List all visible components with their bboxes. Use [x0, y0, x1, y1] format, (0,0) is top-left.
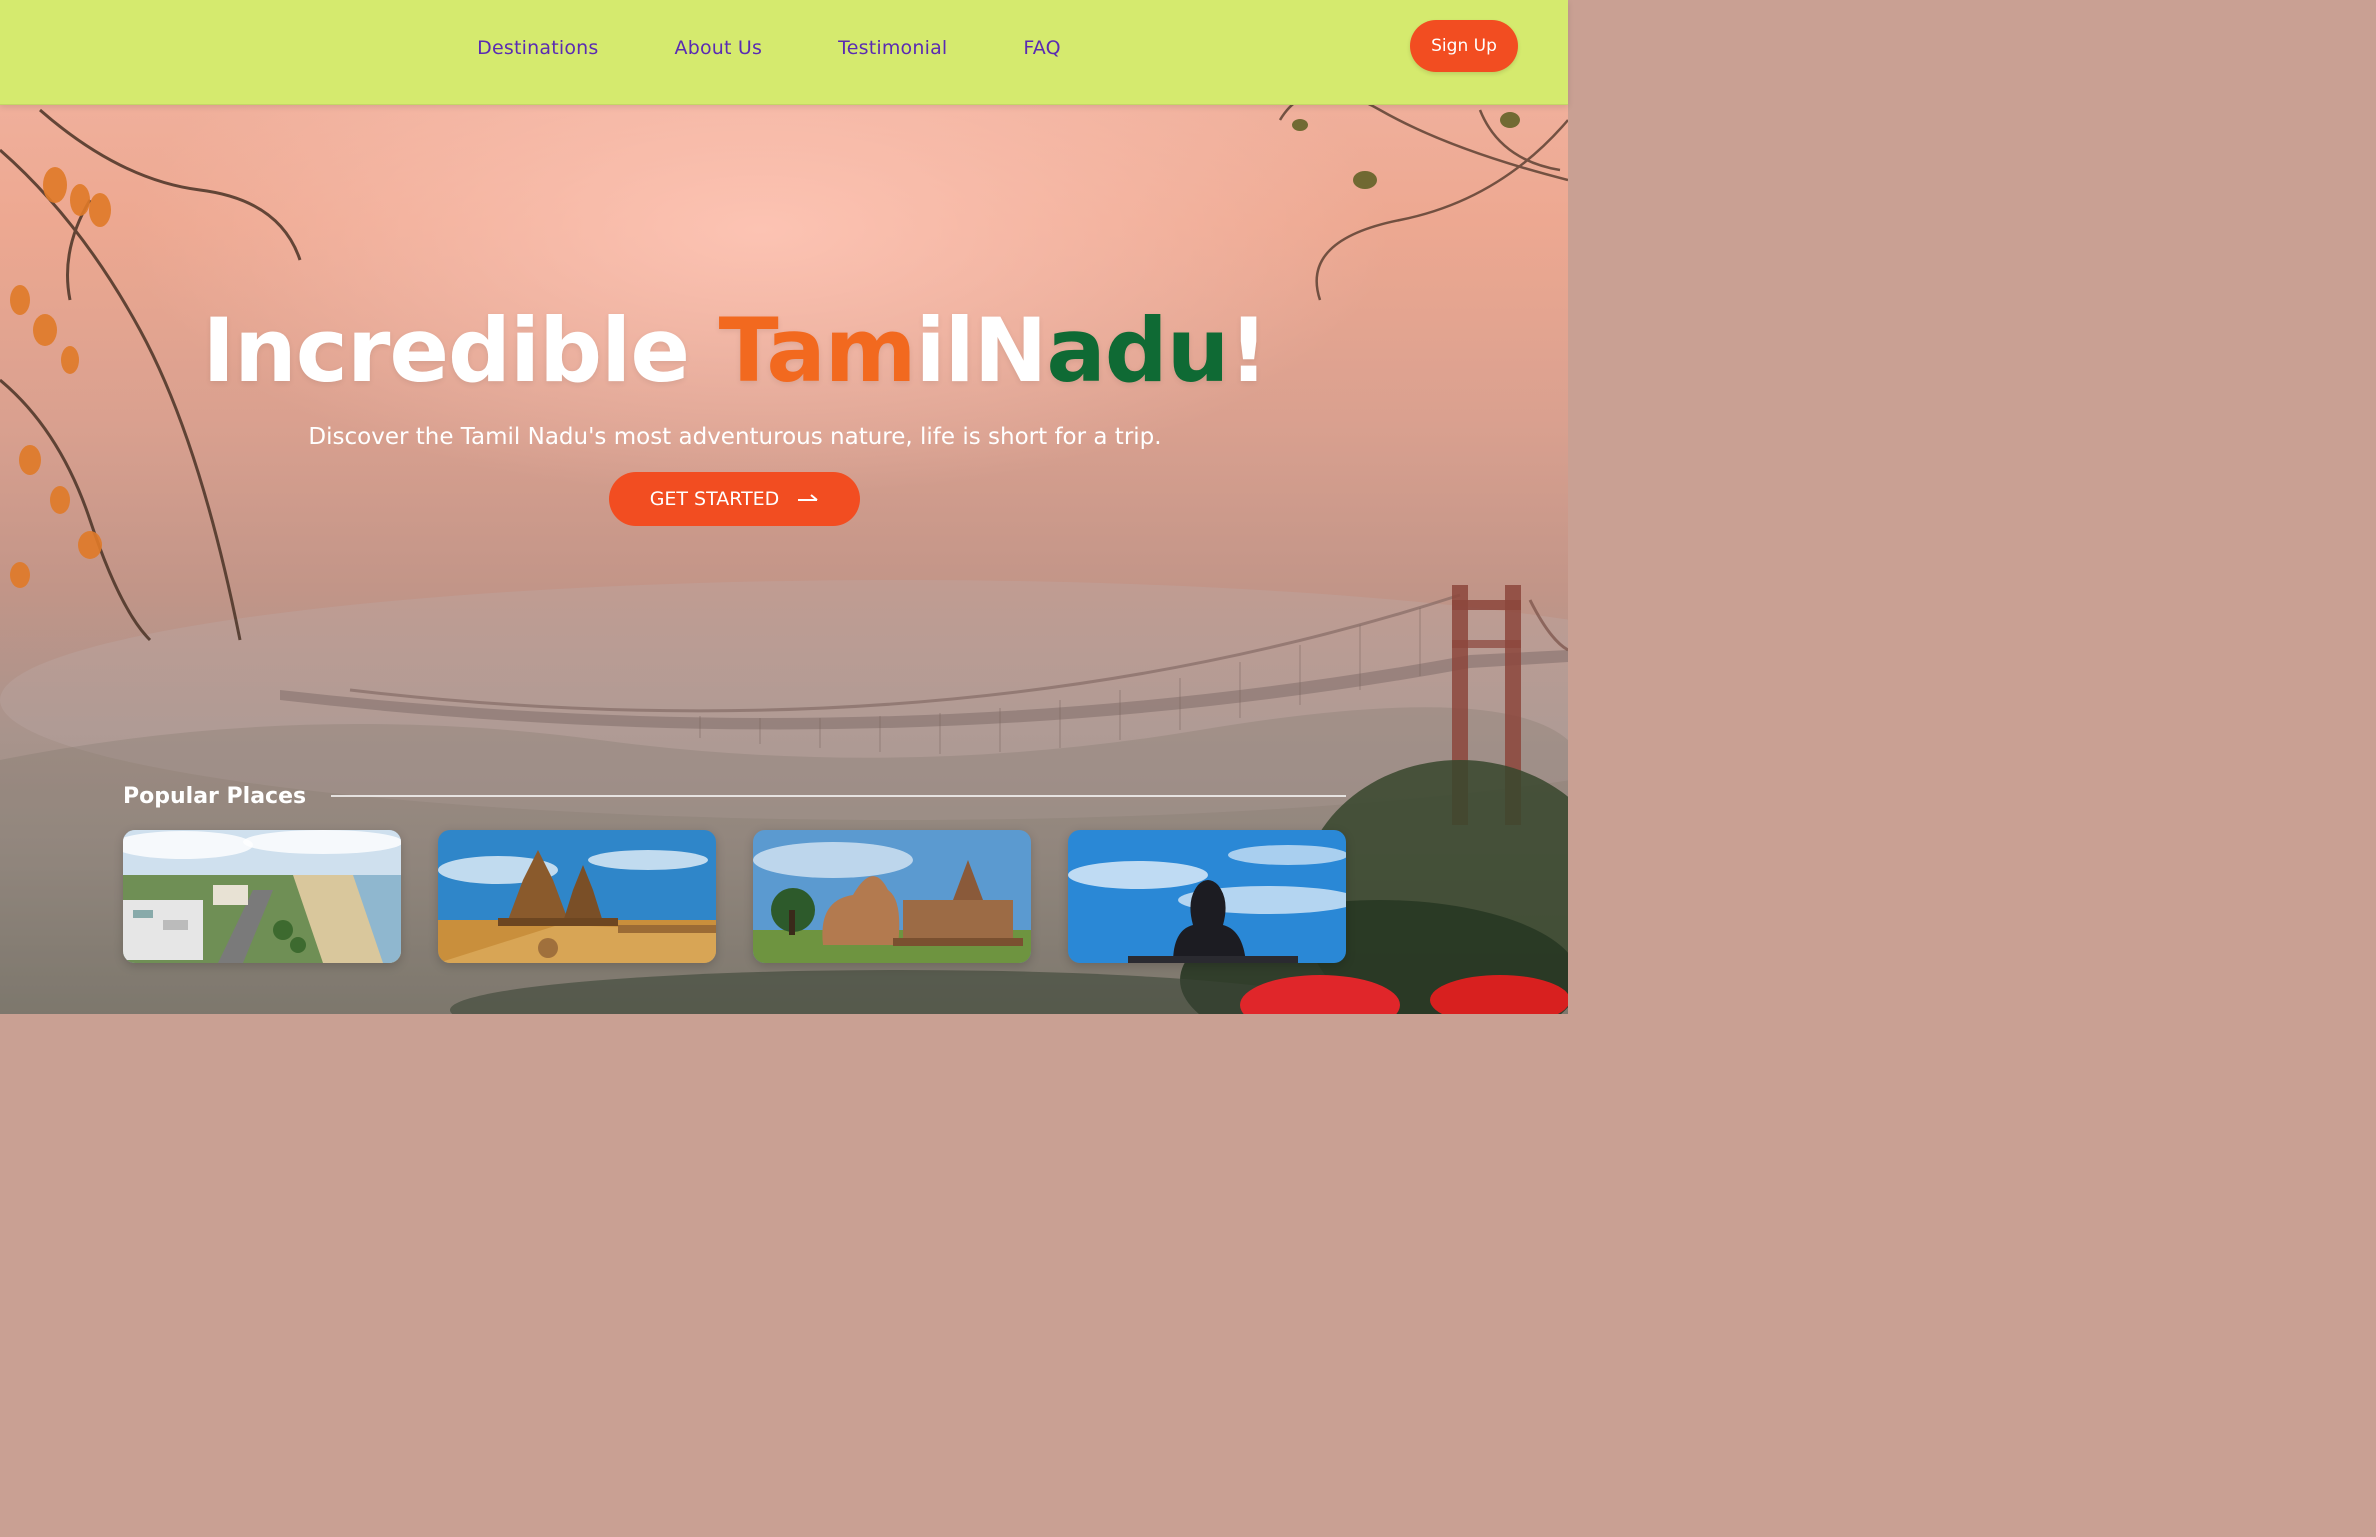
adiyogi-image — [1068, 830, 1346, 963]
get-started-label: GET STARTED — [649, 488, 780, 510]
sign-up-button[interactable]: Sign Up — [1410, 20, 1518, 72]
shore-temple-image — [438, 830, 716, 963]
hero-title-part: adu — [1046, 299, 1229, 402]
nandi-temple-image — [753, 830, 1031, 963]
nav-links: Destinations About Us Testimonial FAQ — [0, 0, 1568, 95]
arrow-right-icon — [798, 494, 818, 501]
place-card-city-beach[interactable] — [123, 830, 401, 963]
place-card-nandi-temple[interactable] — [753, 830, 1031, 963]
place-card-adiyogi[interactable] — [1068, 830, 1346, 963]
popular-places-title: Popular Places — [123, 784, 307, 809]
popular-places-cards — [123, 830, 1346, 963]
city-beach-image — [123, 830, 401, 963]
nav-link-destinations[interactable]: Destinations — [477, 37, 598, 59]
hero-title-part: Tam — [718, 299, 917, 402]
hero-title: Incredible TamilNadu! — [0, 296, 1470, 406]
top-navbar: Destinations About Us Testimonial FAQ Si… — [0, 0, 1568, 105]
nav-link-about-us[interactable]: About Us — [675, 37, 763, 59]
hero-subtitle: Discover the Tamil Nadu's most adventuro… — [308, 424, 1162, 450]
get-started-button[interactable]: GET STARTED — [609, 472, 860, 526]
hero-title-part: ilN — [915, 299, 1047, 402]
nav-link-testimonial[interactable]: Testimonial — [838, 37, 947, 59]
nav-link-faq[interactable]: FAQ — [1023, 37, 1060, 59]
hero-title-part: ! — [1228, 299, 1268, 402]
section-divider — [331, 795, 1346, 797]
place-card-shore-temple[interactable] — [438, 830, 716, 963]
hero-title-part: Incredible — [202, 299, 719, 402]
